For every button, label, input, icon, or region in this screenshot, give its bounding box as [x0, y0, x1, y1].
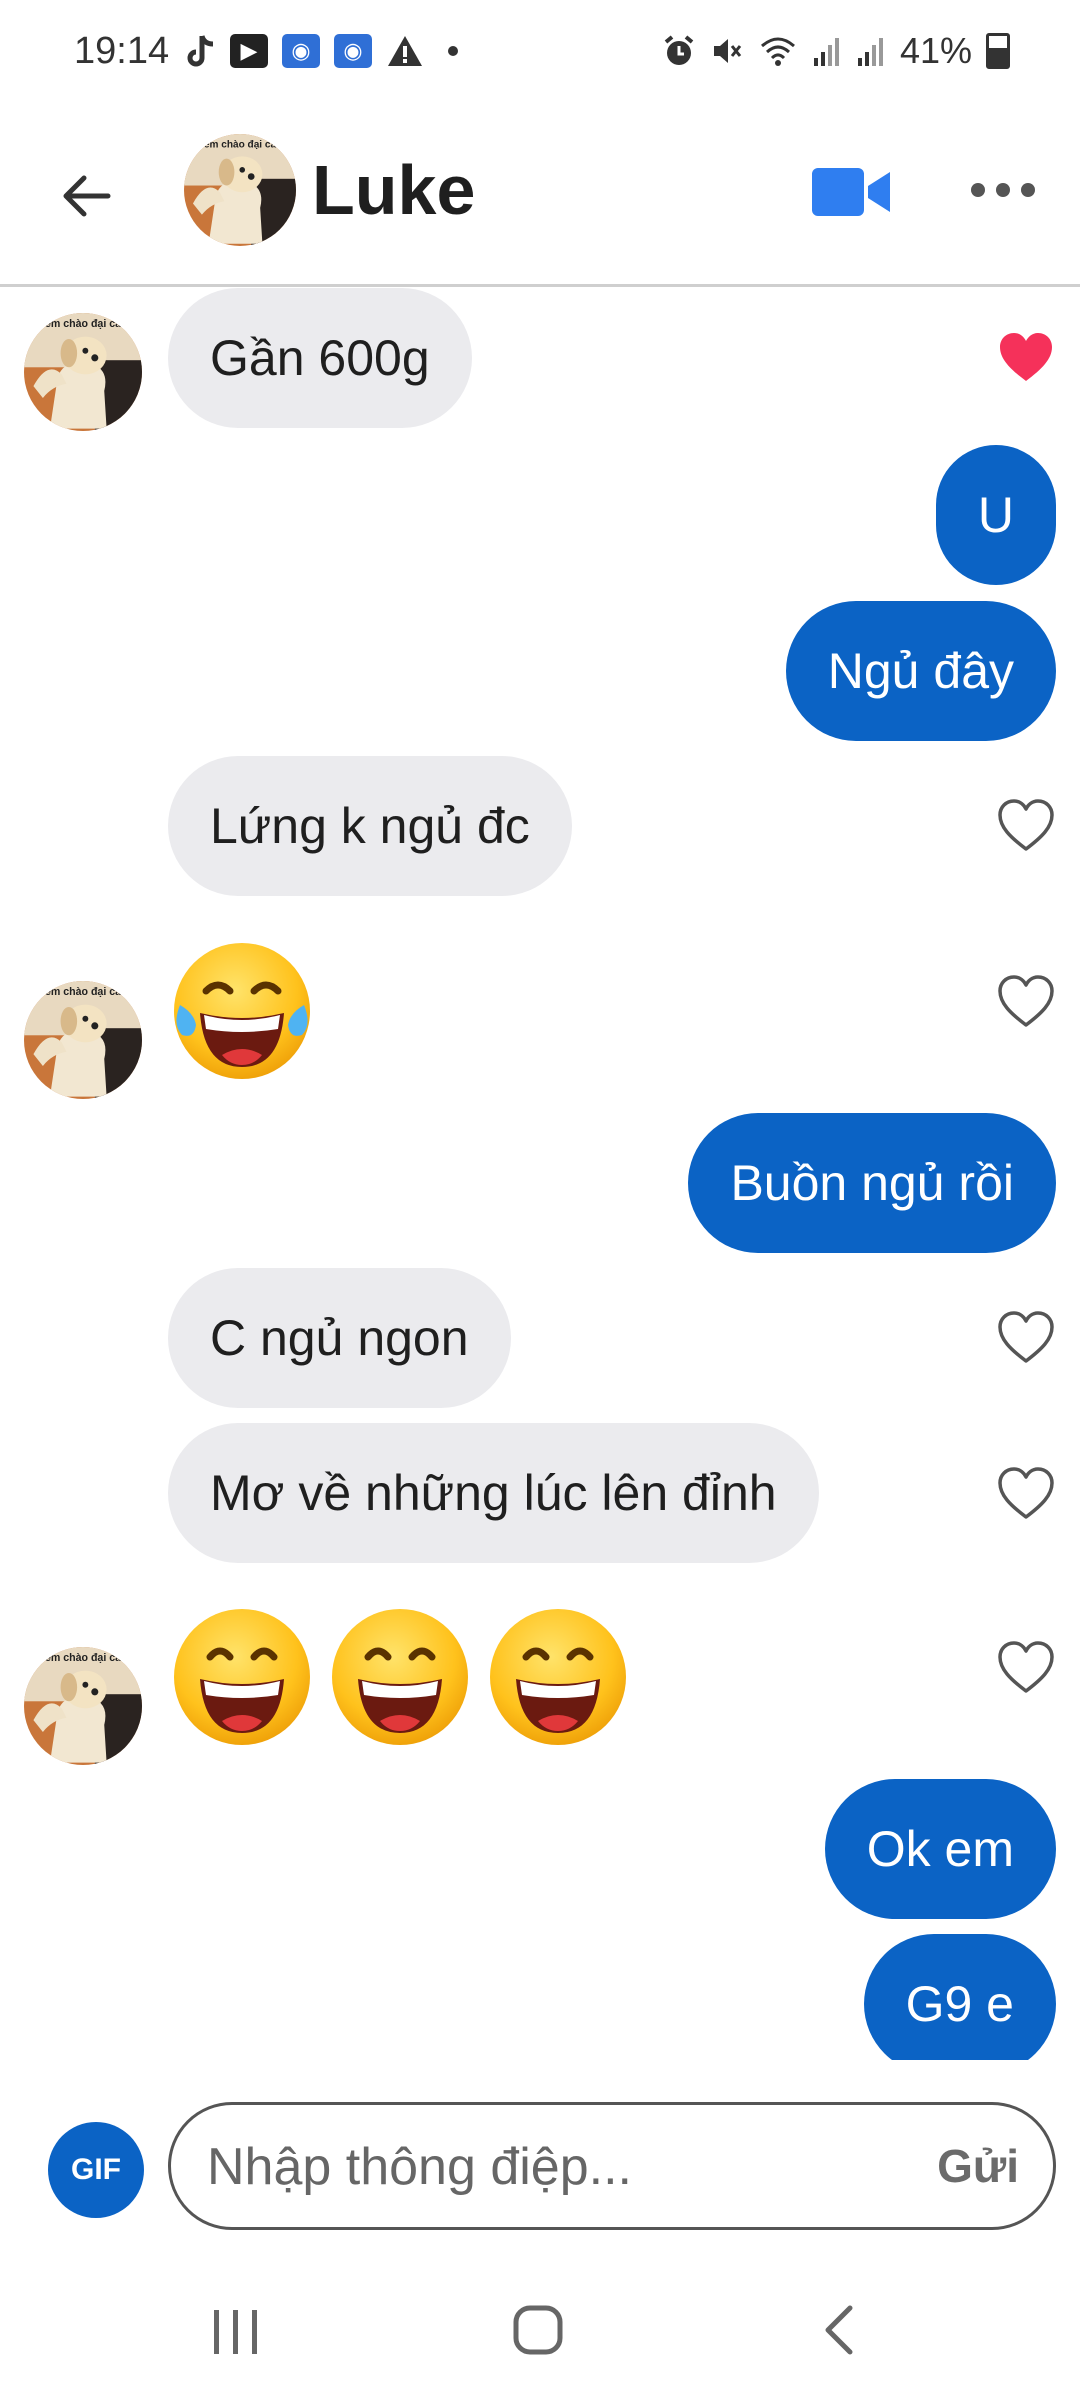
back-nav-icon[interactable] — [800, 2300, 880, 2360]
system-icons: 41% — [662, 30, 1010, 72]
outgoing-message[interactable]: Ok em — [824, 1779, 1056, 1919]
heart-outline-icon[interactable] — [996, 797, 1056, 853]
wifi-icon — [760, 37, 795, 66]
dot-icon — [448, 46, 458, 56]
chat-header: Luke — [0, 110, 1080, 287]
youtube-icon: ▶ — [230, 34, 268, 68]
tears-of-joy-emoji-icon — [170, 939, 314, 1083]
incoming-message[interactable]: Mơ về những lúc lên đỉnh — [168, 1423, 819, 1563]
heart-outline-icon[interactable] — [996, 1639, 1056, 1695]
battery-level: 41% — [899, 30, 972, 71]
outgoing-message[interactable]: Ngủ đây — [785, 601, 1056, 741]
signal-icon — [813, 38, 839, 66]
system-nav-bar — [0, 2240, 1080, 2400]
alarm-icon — [664, 35, 694, 65]
gif-button[interactable]: GIF — [48, 2122, 144, 2218]
grinning-emoji-icon — [170, 1605, 314, 1749]
heart-filled-icon[interactable] — [996, 329, 1056, 385]
back-arrow-icon[interactable] — [56, 166, 116, 226]
home-icon[interactable] — [498, 2300, 578, 2360]
contact-avatar[interactable] — [184, 134, 296, 246]
heart-outline-icon[interactable] — [996, 973, 1056, 1029]
mute-icon — [713, 39, 742, 63]
sender-avatar[interactable] — [24, 1647, 142, 1765]
signal-icon — [857, 38, 883, 66]
status-bar: 19:14 ▶ ◉ ◉ 41% — [0, 0, 1080, 110]
grinning-emoji-icon — [486, 1605, 630, 1749]
warning-icon — [388, 36, 422, 66]
more-options-icon[interactable] — [968, 170, 1038, 210]
message-list[interactable]: Gần 600g U Ngủ đây Lứng k ngủ đc Buồn ng… — [0, 287, 1080, 2060]
outgoing-message[interactable]: Buồn ngủ rồi — [688, 1113, 1056, 1253]
outgoing-message[interactable]: G9 e — [863, 1934, 1056, 2060]
status-time: 19:14 — [74, 30, 170, 72]
outgoing-message[interactable]: U — [935, 445, 1056, 585]
tiktok-icon — [187, 35, 214, 67]
emoji-message[interactable] — [170, 1605, 630, 1749]
battery-icon — [986, 33, 1010, 69]
message-input-container: Gửi — [168, 2102, 1056, 2230]
app-icon: ◉ — [282, 34, 320, 68]
emoji-message[interactable] — [170, 939, 314, 1083]
heart-outline-icon[interactable] — [996, 1465, 1056, 1521]
incoming-message[interactable]: C ngủ ngon — [168, 1268, 511, 1408]
message-input[interactable] — [205, 2105, 869, 2229]
sender-avatar[interactable] — [24, 313, 142, 431]
notification-icons: ▶ ◉ ◉ — [186, 34, 458, 68]
recent-apps-icon[interactable] — [196, 2300, 276, 2360]
heart-outline-icon[interactable] — [996, 1309, 1056, 1365]
incoming-message[interactable]: Lứng k ngủ đc — [168, 756, 572, 896]
message-composer: GIF Gửi — [0, 2060, 1080, 2240]
incoming-message[interactable]: Gần 600g — [168, 288, 472, 428]
app-icon: ◉ — [334, 34, 372, 68]
grinning-emoji-icon — [328, 1605, 472, 1749]
sender-avatar[interactable] — [24, 981, 142, 1099]
video-call-icon[interactable] — [810, 162, 892, 222]
send-button[interactable]: Gửi — [937, 2139, 1019, 2193]
contact-name[interactable]: Luke — [312, 150, 475, 230]
